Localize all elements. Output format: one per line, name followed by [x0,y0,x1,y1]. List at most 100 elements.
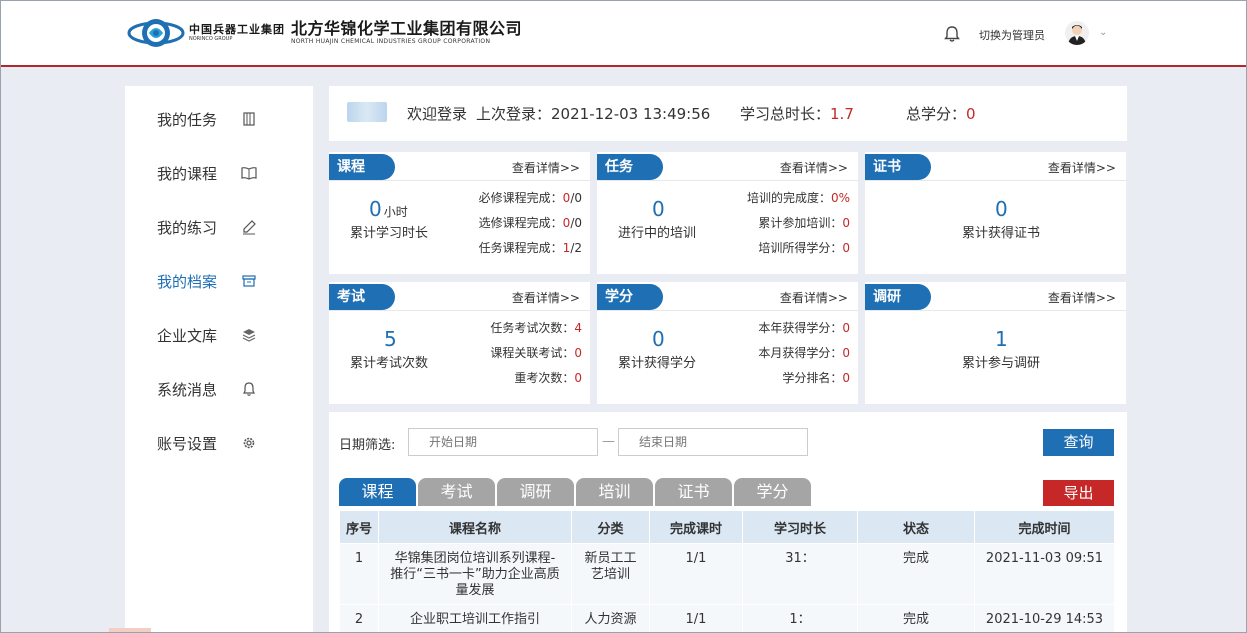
layers-icon [241,327,257,343]
table-cell: 31： [742,543,858,605]
task-card: 任务 查看详情>> 0 进行中的培训 培训的完成度：0% 累计参加培训：0 培训… [597,152,858,274]
sidebar-item-my-courses[interactable]: 我的课程 [157,161,297,185]
user-avatar[interactable] [1065,21,1089,45]
view-details-link[interactable]: 查看详情>> [512,159,580,176]
credit-card: 学分 查看详情>> 0 累计获得学分 本年获得学分：0 本月获得学分：0 学分排… [597,282,858,404]
query-button[interactable]: 查询 [1043,429,1114,456]
sidebar-item-label: 我的任务 [157,110,218,129]
stat-row: 学分排名：0 [782,369,850,386]
bell-icon [241,381,257,397]
notification-bell-icon[interactable] [943,25,961,43]
card-big-value: 5 [384,327,397,351]
tab-exam[interactable]: 考试 [418,478,495,506]
column-header: 课程名称 [378,510,572,544]
sidebar-item-my-tasks[interactable]: 我的任务 [157,107,297,131]
sidebar-item-library[interactable]: 企业文库 [157,323,297,347]
sidebar-item-label: 我的练习 [157,218,218,237]
card-tag: 调研 [865,284,931,310]
stat-label: 培训所得学分： [758,241,843,255]
tab-credit[interactable]: 学分 [734,478,811,506]
stat-value: 0 [842,321,850,335]
last-login: 上次登录：2021-12-03 13:49:56 [476,103,710,124]
table-cell: 新员工工艺培训 [571,543,650,605]
card-big-label: 累计参与调研 [962,356,1041,371]
table-cell: 人力资源 [571,604,650,632]
stat-row: 累计参加培训：0 [758,214,850,231]
stat-value: 0 [842,241,850,255]
tab-course[interactable]: 课程 [339,478,416,506]
tab-training[interactable]: 培训 [576,478,653,506]
stat-row: 必修课程完成：0/0 [479,189,582,206]
view-details-link[interactable]: 查看详情>> [780,289,848,306]
card-big-label: 进行中的培训 [618,226,697,241]
course-card: 课程 查看详情>> 0 小时 累计学习时长 必修课程完成：0/0 选修课程完成：0… [329,152,590,274]
table-cell: 1/1 [649,604,743,632]
chevron-down-icon[interactable]: ⌄ [1099,27,1107,38]
card-tag: 课程 [329,154,395,180]
view-details-link[interactable]: 查看详情>> [1048,289,1116,306]
card-tag: 证书 [865,154,931,180]
stat-label: 累计参加培训： [758,216,843,230]
sidebar-item-label: 账号设置 [157,434,218,453]
card-divider [865,180,1126,181]
gear-icon [241,435,257,451]
view-details-link[interactable]: 查看详情>> [780,159,848,176]
brand-name-cn: 中国兵器工业集团 [189,22,285,36]
start-date-input[interactable] [408,428,598,456]
record-tabs: 课程 考试 调研 培训 证书 学分 [339,478,813,506]
date-range-separator: — [602,434,615,449]
export-button[interactable]: 导出 [1043,480,1114,506]
card-tag: 学分 [597,284,663,310]
company-block: 北方华锦化学工业集团有限公司 NORTH HUAJIN CHEMICAL IND… [291,20,522,46]
brand-name-en: NORINCO GROUP [189,35,233,42]
stat-row: 本月获得学分：0 [758,344,850,361]
stat-value: 0 [842,216,850,230]
table-cell: 1 [339,543,379,605]
total-credits-value: 0 [966,105,976,123]
stat-label: 选修课程完成： [478,216,563,230]
end-date-input[interactable] [618,428,808,456]
stat-row: 培训所得学分：0 [758,239,850,256]
column-header: 学习时长 [742,510,858,544]
last-login-label: 上次登录： [476,105,552,123]
stat-suffix: /0 [570,216,582,230]
table-row[interactable]: 1 华锦集团岗位培训系列课程-推行“三书一卡”助力企业高质量发展 新员工工艺培训… [339,543,1115,605]
study-total-value: 1.7 [830,105,854,123]
sidebar-item-account-settings[interactable]: 账号设置 [157,431,297,455]
stat-label: 本月获得学分： [758,346,843,360]
logo-emblem-icon [127,11,185,55]
table-row[interactable]: 2 企业职工培训工作指引 人力资源 1/1 1： 完成 2021-10-29 1… [339,604,1115,632]
pencil-icon [241,219,257,235]
stat-label: 任务课程完成： [478,241,563,255]
sidebar-item-messages[interactable]: 系统消息 [157,377,297,401]
card-big-value: 0 [652,327,665,351]
table-cell: 企业职工培训工作指引 [378,604,572,632]
view-details-link[interactable]: 查看详情>> [512,289,580,306]
stat-label: 培训的完成度： [746,191,831,205]
study-total: 学习总时长：1.7 [740,103,854,124]
tab-survey[interactable]: 调研 [497,478,574,506]
company-logo[interactable]: 中国兵器工业集团 NORINCO GROUP 北方华锦化学工业集团有限公司 NO… [127,11,522,55]
stat-value: 0 [842,371,850,385]
tab-certificate[interactable]: 证书 [655,478,732,506]
sidebar-item-my-exercises[interactable]: 我的练习 [157,215,297,239]
stat-row: 重考次数：0 [514,369,582,386]
card-divider [597,310,858,311]
exam-card: 考试 查看详情>> 5 累计考试次数 任务考试次数：4 课程关联考试：0 重考次… [329,282,590,404]
card-divider [597,180,858,181]
stat-value: 0 [842,346,850,360]
open-book-icon [241,165,257,181]
app-frame: 中国兵器工业集团 NORINCO GROUP 北方华锦化学工业集团有限公司 NO… [0,0,1247,633]
card-tag: 考试 [329,284,395,310]
archive-icon [241,273,257,289]
stat-row: 课程关联考试：0 [490,344,582,361]
view-details-link[interactable]: 查看详情>> [1048,159,1116,176]
switch-admin-link[interactable]: 切换为管理员 [979,27,1045,43]
sidebar-item-label: 企业文库 [157,326,218,345]
sidebar-item-my-archive[interactable]: 我的档案 [157,269,297,293]
card-divider [865,310,1126,311]
records-panel: 日期筛选: — 查询 课程 考试 调研 培训 证书 学分 导出 序号 课程名称 … [329,412,1127,632]
card-big-value: 0 小时 [369,197,408,221]
user-name-blurred [347,102,387,122]
table-cell: 1/1 [649,543,743,605]
